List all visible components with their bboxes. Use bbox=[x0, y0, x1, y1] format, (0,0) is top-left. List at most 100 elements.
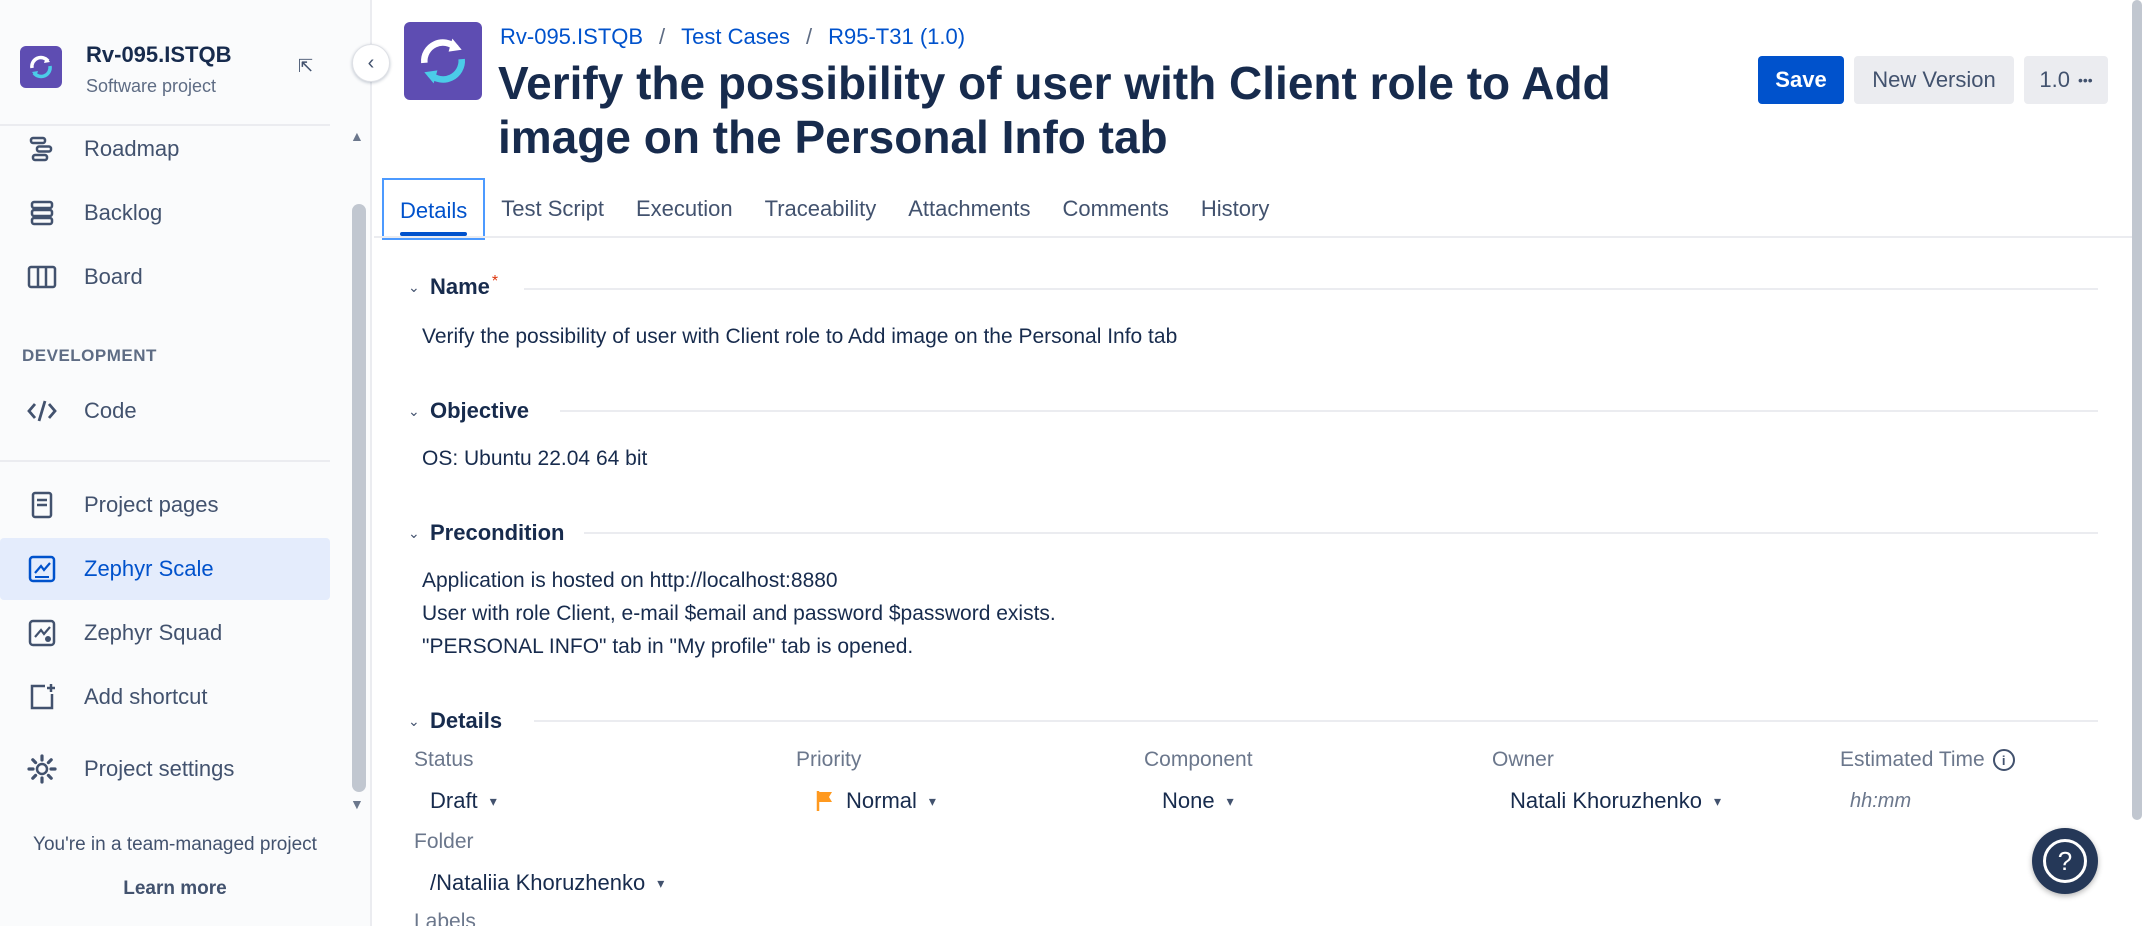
estimated-time-input[interactable]: hh:mm bbox=[1850, 790, 1911, 813]
section-name-header[interactable]: ⌄ Name * bbox=[408, 273, 499, 300]
section-title: Details bbox=[430, 708, 503, 733]
sidebar-item-board[interactable]: Board bbox=[0, 246, 330, 308]
sidebar-item-label: Add shortcut bbox=[84, 684, 208, 709]
breadcrumb-separator: / bbox=[659, 24, 666, 49]
sidebar-item-roadmap[interactable]: Roadmap bbox=[0, 118, 330, 180]
section-objective-header[interactable]: ⌄ Objective bbox=[408, 398, 529, 424]
breadcrumb: Rv-095.ISTQB / Test Cases / R95-T31 (1.0… bbox=[500, 24, 965, 50]
owner-value: Natali Khoruzhenko bbox=[1510, 788, 1703, 813]
chevron-down-icon: ▾ bbox=[1226, 792, 1234, 809]
board-icon bbox=[22, 257, 62, 297]
zephyr-scale-icon bbox=[22, 549, 62, 589]
chevron-down-icon: ⌄ bbox=[408, 402, 420, 419]
team-managed-text: You're in a team-managed project bbox=[33, 834, 317, 855]
name-value[interactable]: Verify the possibility of user with Clie… bbox=[422, 320, 1177, 353]
estimated-time-label: Estimated Time i bbox=[1840, 748, 2015, 772]
owner-dropdown[interactable]: Natali Khoruzhenko ▾ bbox=[1510, 788, 1721, 814]
roadmap-icon bbox=[22, 129, 62, 169]
tab-execution[interactable]: Execution bbox=[620, 196, 749, 240]
tab-details[interactable]: Details bbox=[382, 178, 486, 240]
code-icon bbox=[22, 391, 62, 431]
project-name: Rv-095.ISTQB bbox=[86, 42, 232, 67]
sidebar-item-label: Zephyr Scale bbox=[84, 556, 214, 581]
folder-dropdown[interactable]: /Nataliia Khoruzhenko ▾ bbox=[430, 870, 664, 896]
new-version-button[interactable]: New Version bbox=[1854, 56, 2014, 104]
section-details-header[interactable]: ⌄ Details bbox=[408, 708, 502, 734]
chevron-left-icon: ‹ bbox=[367, 51, 375, 74]
breadcrumb-project[interactable]: Rv-095.ISTQB bbox=[500, 24, 643, 50]
section-label-development: DEVELOPMENT bbox=[22, 346, 157, 365]
tab-attachments[interactable]: Attachments bbox=[892, 196, 1046, 240]
tab-history[interactable]: History bbox=[1185, 196, 1285, 240]
project-type: Software project bbox=[86, 76, 217, 96]
add-shortcut-icon bbox=[22, 677, 62, 717]
collapse-sidebar-button[interactable]: ‹ bbox=[352, 44, 390, 82]
scroll-down-arrow-icon[interactable]: ▼ bbox=[350, 796, 364, 812]
priority-value: Normal bbox=[846, 788, 917, 813]
precondition-line: Application is hosted on http://localhos… bbox=[422, 569, 838, 592]
sidebar-scrollbar[interactable] bbox=[352, 204, 366, 792]
component-dropdown[interactable]: None ▾ bbox=[1162, 788, 1234, 814]
info-icon[interactable]: i bbox=[1992, 749, 2015, 772]
chevron-down-icon: ⌄ bbox=[408, 712, 420, 729]
section-divider bbox=[584, 532, 2098, 534]
chevron-down-icon: ⌄ bbox=[408, 524, 420, 541]
sidebar-item-label: Backlog bbox=[84, 200, 163, 225]
version-menu-button[interactable]: 1.0 ••• bbox=[2024, 56, 2108, 104]
tab-test-script[interactable]: Test Script bbox=[485, 196, 620, 240]
precondition-line: "PERSONAL INFO" tab in "My profile" tab … bbox=[422, 635, 914, 658]
question-mark-icon: ? bbox=[2043, 839, 2087, 883]
precondition-value[interactable]: Application is hosted on http://localhos… bbox=[422, 564, 1056, 663]
sidebar-item-project-settings[interactable]: Project settings bbox=[0, 738, 330, 800]
breadcrumb-test-cases[interactable]: Test Cases bbox=[681, 24, 790, 50]
section-title: Name bbox=[430, 274, 490, 299]
sidebar-item-zephyr-squad[interactable]: Zephyr Squad bbox=[0, 602, 330, 664]
page-title: Verify the possibility of user with Clie… bbox=[498, 57, 1611, 163]
priority-dropdown[interactable]: Normal ▾ bbox=[816, 788, 936, 814]
owner-label: Owner bbox=[1492, 748, 1554, 771]
labels-label: Labels bbox=[414, 910, 476, 926]
sidebar-item-backlog[interactable]: Backlog bbox=[0, 182, 330, 244]
backlog-icon bbox=[22, 193, 62, 233]
more-options-icon: ••• bbox=[2077, 72, 2093, 88]
scroll-up-arrow-icon[interactable]: ▲ bbox=[350, 128, 364, 144]
folder-value: /Nataliia Khoruzhenko bbox=[430, 870, 646, 895]
main-scrollbar[interactable] bbox=[2132, 0, 2142, 820]
project-header[interactable]: Rv-095.ISTQB Software project ⇱ bbox=[0, 0, 372, 124]
page-header: Rv-095.ISTQB / Test Cases / R95-T31 (1.0… bbox=[374, 0, 2142, 240]
section-divider bbox=[560, 410, 2098, 412]
status-value: Draft bbox=[430, 788, 478, 813]
sidebar-item-zephyr-scale[interactable]: Zephyr Scale bbox=[0, 538, 330, 600]
breadcrumb-test-case-key[interactable]: R95-T31 (1.0) bbox=[828, 24, 965, 50]
priority-label: Priority bbox=[796, 748, 862, 771]
sidebar-item-code[interactable]: Code bbox=[0, 380, 330, 442]
precondition-line: User with role Client, e-mail $email and… bbox=[422, 602, 1056, 625]
sidebar: Rv-095.ISTQB Software project ⇱ Roadmap … bbox=[0, 0, 372, 926]
sidebar-item-add-shortcut[interactable]: Add shortcut bbox=[0, 666, 330, 728]
learn-more-link[interactable]: Learn more bbox=[0, 878, 350, 900]
chevron-down-icon: ▾ bbox=[1714, 792, 1722, 809]
chevron-down-icon: ▾ bbox=[657, 874, 665, 891]
status-dropdown[interactable]: Draft ▾ bbox=[430, 788, 497, 814]
chevron-down-icon: ⌄ bbox=[408, 278, 420, 295]
estimated-time-label-text: Estimated Time bbox=[1840, 748, 1985, 771]
sidebar-item-project-pages[interactable]: Project pages bbox=[0, 474, 330, 536]
sidebar-item-label: Zephyr Squad bbox=[84, 620, 223, 645]
details-panel: ⌄ Name * Verify the possibility of user … bbox=[374, 238, 2142, 926]
tab-traceability[interactable]: Traceability bbox=[749, 196, 893, 240]
tab-comments[interactable]: Comments bbox=[1047, 196, 1185, 240]
section-precondition-header[interactable]: ⌄ Precondition bbox=[408, 520, 564, 546]
mouse-cursor-icon: ⇱ bbox=[298, 56, 314, 76]
save-button[interactable]: Save bbox=[1758, 56, 1844, 104]
section-divider bbox=[534, 720, 2098, 722]
objective-value[interactable]: OS: Ubuntu 22.04 64 bit bbox=[422, 442, 647, 475]
breadcrumb-separator: / bbox=[806, 24, 813, 49]
status-label: Status bbox=[414, 748, 474, 771]
sidebar-item-label: Project settings bbox=[84, 756, 235, 781]
zephyr-squad-icon bbox=[22, 613, 62, 653]
required-marker: * bbox=[491, 273, 499, 290]
pages-icon bbox=[22, 485, 62, 525]
version-label: 1.0 bbox=[2039, 67, 2070, 92]
help-button[interactable]: ? bbox=[2032, 828, 2098, 894]
tab-bar: Details Test Script Execution Traceabili… bbox=[382, 170, 1285, 240]
